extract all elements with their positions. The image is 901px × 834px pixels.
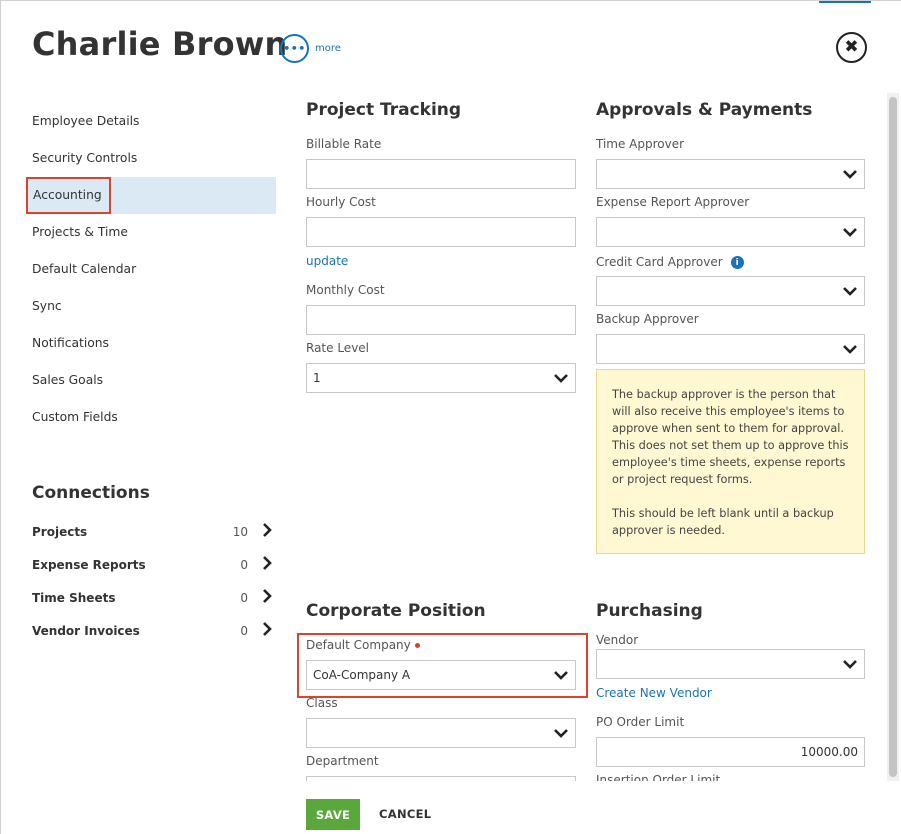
connection-count: 0 — [240, 557, 248, 572]
sidebar-item-projects-time[interactable]: Projects & Time — [26, 214, 276, 251]
billable-rate-input[interactable] — [306, 159, 576, 189]
sidebar-item-sync[interactable]: Sync — [26, 288, 276, 325]
monthly-cost-input[interactable] — [306, 305, 576, 335]
connection-count: 0 — [240, 590, 248, 605]
connection-label[interactable]: Vendor Invoices — [32, 624, 226, 638]
chevron-right-icon[interactable] — [262, 621, 272, 640]
employee-modal: Charlie Brown ••• more ✖ Employee Detail… — [0, 0, 901, 834]
sidebar-item-label[interactable]: Custom Fields — [32, 410, 118, 424]
expense-report-approver-select[interactable] — [596, 217, 865, 247]
purchasing-title: Purchasing — [596, 601, 703, 621]
hourly-cost-label: Hourly Cost — [306, 195, 376, 209]
connections-list: Projects 10 Expense Reports 0 Time Sheet… — [32, 515, 272, 647]
project-tracking-title: Project Tracking — [306, 100, 462, 120]
cancel-button[interactable]: CANCEL — [379, 799, 431, 830]
info-icon[interactable]: i — [730, 256, 744, 269]
connection-vendor-invoices[interactable]: Vendor Invoices 0 — [32, 614, 272, 647]
chevron-down-icon[interactable] — [553, 719, 569, 747]
approvals-payments-title: Approvals & Payments — [596, 100, 813, 120]
note-paragraph-1: The backup approver is the person that w… — [612, 388, 849, 486]
backup-approver-select[interactable] — [596, 334, 865, 364]
class-label: Class — [306, 696, 338, 710]
sidebar-item-label[interactable]: Accounting — [26, 177, 111, 214]
chevron-right-icon[interactable] — [262, 588, 272, 607]
monthly-cost-label: Monthly Cost — [306, 283, 385, 297]
time-approver-select[interactable] — [596, 159, 865, 189]
sidebar-item-label[interactable]: Notifications — [32, 336, 109, 350]
sidebar-item-label[interactable]: Sync — [32, 299, 62, 313]
sidebar-item-label[interactable]: Projects & Time — [32, 225, 128, 239]
update-link[interactable]: update — [306, 254, 348, 268]
insertion-order-limit-label: Insertion Order Limit — [596, 773, 721, 781]
connection-count: 0 — [240, 623, 248, 638]
po-order-limit-input[interactable] — [596, 737, 865, 767]
chevron-right-icon[interactable] — [262, 522, 272, 541]
connection-label[interactable]: Time Sheets — [32, 591, 226, 605]
chevron-down-icon[interactable] — [553, 364, 569, 392]
connection-time-sheets[interactable]: Time Sheets 0 — [32, 581, 272, 614]
rate-level-value: 1 — [313, 371, 321, 385]
chevron-down-icon[interactable] — [842, 160, 858, 188]
backup-approver-note: The backup approver is the person that w… — [596, 369, 865, 554]
top-accent-bar — [819, 1, 871, 3]
chevron-down-icon[interactable] — [842, 335, 858, 363]
note-paragraph-2: This should be left blank until a backup… — [612, 507, 834, 537]
corporate-position-title: Corporate Position — [306, 601, 486, 621]
expense-report-approver-label: Expense Report Approver — [596, 195, 750, 209]
sidebar-nav: Employee Details Security Controls Accou… — [26, 103, 276, 436]
vendor-select[interactable] — [596, 649, 865, 679]
credit-card-approver-label-row: Credit Card Approver i — [596, 255, 744, 269]
chevron-down-icon[interactable] — [842, 218, 858, 246]
department-label: Department — [306, 754, 379, 768]
credit-card-approver-label: Credit Card Approver — [596, 255, 723, 269]
credit-card-approver-select[interactable] — [596, 276, 865, 306]
sidebar-item-default-calendar[interactable]: Default Calendar — [26, 251, 276, 288]
default-company-highlight — [297, 633, 588, 698]
department-select[interactable] — [306, 776, 576, 781]
po-order-limit-label: PO Order Limit — [596, 715, 685, 729]
rate-level-label: Rate Level — [306, 341, 370, 355]
connection-expense-reports[interactable]: Expense Reports 0 — [32, 548, 272, 581]
sidebar-item-label[interactable]: Employee Details — [32, 114, 139, 128]
close-icon[interactable]: ✖ — [836, 32, 867, 63]
rate-level-select[interactable]: 1 — [306, 363, 576, 393]
chevron-down-icon[interactable] — [842, 650, 858, 678]
page-title: Charlie Brown — [32, 25, 288, 63]
chevron-down-icon[interactable] — [842, 277, 858, 305]
backup-approver-label: Backup Approver — [596, 312, 699, 326]
sidebar-item-notifications[interactable]: Notifications — [26, 325, 276, 362]
sidebar-item-employee-details[interactable]: Employee Details — [26, 103, 276, 140]
vendor-label: Vendor — [596, 633, 639, 647]
connection-count: 10 — [232, 524, 248, 539]
sidebar-item-custom-fields[interactable]: Custom Fields — [26, 399, 276, 436]
sidebar-item-label[interactable]: Sales Goals — [32, 373, 103, 387]
save-button[interactable]: SAVE — [306, 799, 360, 830]
connection-projects[interactable]: Projects 10 — [32, 515, 272, 548]
connection-label[interactable]: Projects — [32, 525, 226, 539]
time-approver-label: Time Approver — [596, 137, 685, 151]
sidebar-item-security-controls[interactable]: Security Controls — [26, 140, 276, 177]
billable-rate-label: Billable Rate — [306, 137, 382, 151]
create-new-vendor-link[interactable]: Create New Vendor — [596, 686, 712, 700]
hourly-cost-input[interactable] — [306, 217, 576, 247]
sidebar-item-label[interactable]: Default Calendar — [32, 262, 136, 276]
scrollbar-thumb[interactable] — [889, 97, 897, 777]
chevron-right-icon[interactable] — [262, 555, 272, 574]
sidebar-item-accounting[interactable]: Accounting — [26, 177, 276, 214]
sidebar-item-sales-goals[interactable]: Sales Goals — [26, 362, 276, 399]
class-select[interactable] — [306, 718, 576, 748]
more-icon[interactable]: ••• — [280, 34, 309, 63]
connection-label[interactable]: Expense Reports — [32, 558, 226, 572]
more-label[interactable]: more — [315, 43, 341, 54]
connections-title: Connections — [32, 483, 150, 503]
sidebar-item-label[interactable]: Security Controls — [32, 151, 137, 165]
more-button[interactable]: ••• more — [280, 34, 341, 63]
